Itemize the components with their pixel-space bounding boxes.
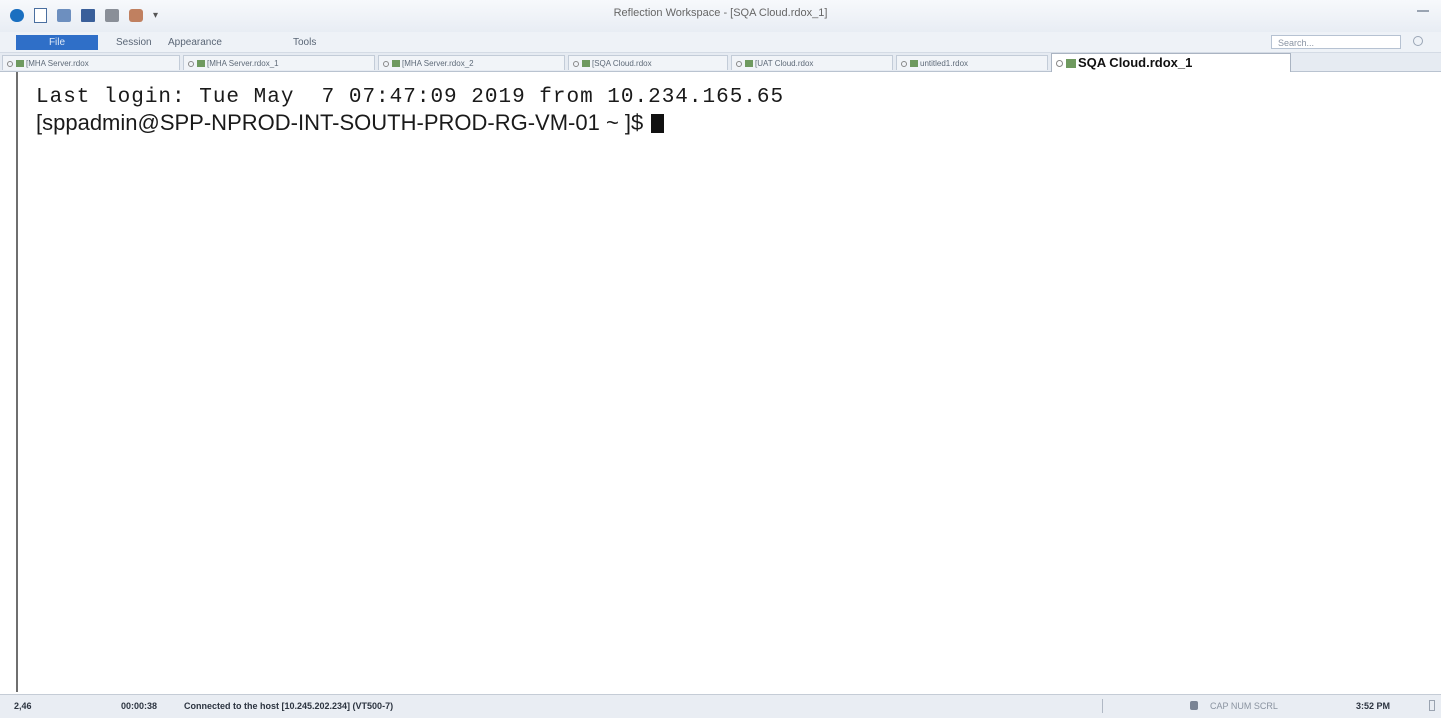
tab-status-icon: [188, 60, 194, 67]
terminal-session-icon: [582, 60, 590, 68]
status-clock: 3:52 PM: [1356, 701, 1391, 711]
terminal-line-last-login: Last login: Tue May 7 07:47:09 2019 from…: [36, 86, 785, 109]
terminal-session-icon: [197, 60, 205, 68]
keyboard-indicators: CAP NUM SCRL: [1210, 701, 1278, 711]
terminal-session-icon: [745, 60, 753, 68]
shell-prompt: [sppadmin@SPP-NPROD-INT-SOUTH-PROD-RG-VM…: [36, 110, 644, 135]
status-end-icon: [1429, 700, 1435, 711]
terminal-session-icon: [16, 60, 24, 68]
terminal-line-prompt: [sppadmin@SPP-NPROD-INT-SOUTH-PROD-RG-VM…: [36, 110, 665, 136]
status-bar: 2,46 00:00:38 Connected to the host [10.…: [0, 694, 1441, 718]
doc-tab-active[interactable]: SQA Cloud.rdox_1: [1051, 53, 1291, 72]
search-icon[interactable]: [1413, 36, 1423, 46]
minimize-ribbon-icon[interactable]: [1417, 10, 1429, 12]
terminal-session-icon: [1066, 59, 1076, 69]
doc-tab[interactable]: [MHA Server.rdox_1: [183, 55, 375, 70]
terminal-session-icon: [392, 60, 400, 68]
doc-tab[interactable]: [SQA Cloud.rdox: [568, 55, 728, 70]
tab-file[interactable]: File: [16, 35, 98, 50]
document-tab-strip: [MHA Server.rdox [MHA Server.rdox_1 [MHA…: [0, 53, 1441, 72]
terminal-screen[interactable]: Last login: Tue May 7 07:47:09 2019 from…: [16, 72, 1429, 692]
lock-icon: [1190, 701, 1198, 710]
tab-session[interactable]: Session: [116, 35, 152, 50]
title-bar: ▾ Reflection Workspace - [SQA Cloud.rdox…: [0, 0, 1441, 33]
tab-status-icon: [901, 60, 907, 67]
search-input[interactable]: Search...: [1271, 35, 1401, 49]
doc-tab[interactable]: [UAT Cloud.rdox: [731, 55, 893, 70]
status-divider: [1102, 699, 1103, 713]
tab-tools[interactable]: Tools: [293, 35, 316, 50]
doc-tab[interactable]: [MHA Server.rdox: [2, 55, 180, 70]
ribbon-tabs: File Session Appearance Tools Search...: [0, 32, 1441, 53]
doc-tab[interactable]: untitled1.rdox: [896, 55, 1048, 70]
text-cursor: [651, 114, 665, 133]
tab-status-icon: [1056, 60, 1063, 68]
tab-status-icon: [573, 60, 579, 67]
doc-tab[interactable]: [MHA Server.rdox_2: [378, 55, 565, 70]
connection-status: Connected to the host [10.245.202.234] (…: [184, 701, 394, 711]
terminal-session-icon: [910, 60, 918, 68]
cursor-position: 2,46: [14, 701, 32, 711]
session-timer: 00:00:38: [121, 701, 158, 711]
tab-status-icon: [383, 60, 389, 67]
tab-status-icon: [736, 60, 742, 67]
tab-appearance[interactable]: Appearance: [168, 35, 222, 50]
tab-status-icon: [7, 60, 13, 67]
window-title: Reflection Workspace - [SQA Cloud.rdox_1…: [613, 7, 828, 19]
